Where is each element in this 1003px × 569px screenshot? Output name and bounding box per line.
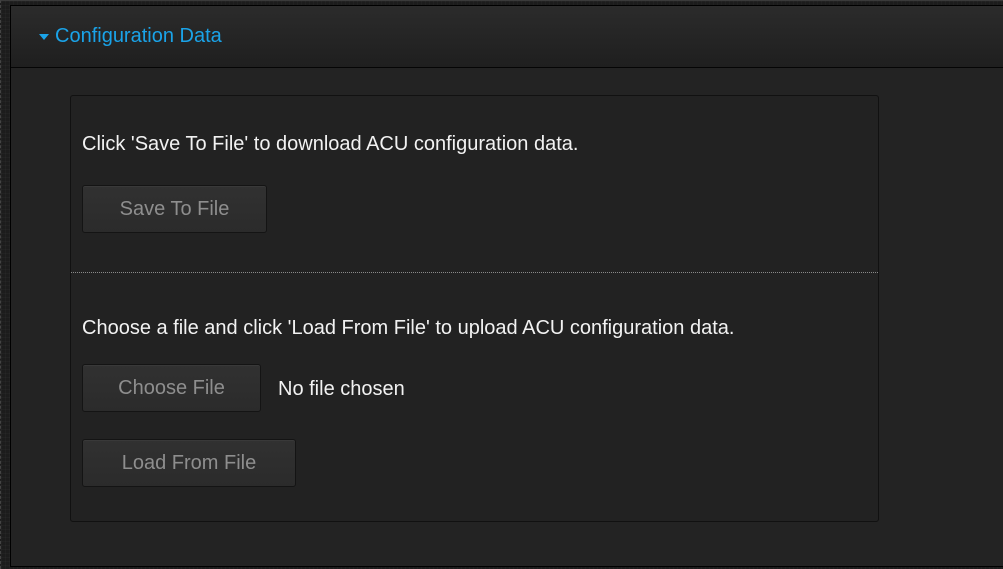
file-status-text: No file chosen xyxy=(278,378,405,400)
load-from-file-button[interactable]: Load From File xyxy=(82,439,296,487)
save-section: Click 'Save To File' to download ACU con… xyxy=(71,96,878,272)
panel-title[interactable]: Configuration Data xyxy=(55,25,222,48)
save-to-file-button[interactable]: Save To File xyxy=(82,185,267,233)
load-section: Choose a file and click 'Load From File'… xyxy=(71,273,878,523)
configuration-data-box: Click 'Save To File' to download ACU con… xyxy=(70,95,879,522)
load-description: Choose a file and click 'Load From File'… xyxy=(82,317,735,339)
configuration-data-panel: Configuration Data Click 'Save To File' … xyxy=(10,5,1003,567)
save-description: Click 'Save To File' to download ACU con… xyxy=(82,133,579,155)
caret-down-icon[interactable] xyxy=(39,34,49,40)
page-background: Configuration Data Click 'Save To File' … xyxy=(0,0,1003,569)
panel-header-toggle[interactable]: Configuration Data xyxy=(11,6,1003,68)
choose-file-button[interactable]: Choose File xyxy=(82,364,261,412)
